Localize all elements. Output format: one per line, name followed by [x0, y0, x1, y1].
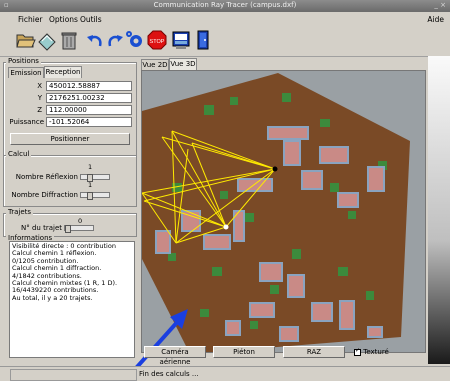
svg-text:STOP: STOP [150, 39, 165, 45]
informations-log: Visibilité directe : 0 contribution Calc… [9, 241, 135, 358]
raz-button[interactable]: RAZ [283, 346, 345, 358]
menu-options[interactable]: Options [49, 15, 78, 24]
menu-outils[interactable]: Outils [80, 15, 102, 24]
trajet-slider-knob[interactable] [65, 225, 71, 233]
trajet-value: 0 [78, 217, 83, 225]
transmitter-marker[interactable] [272, 166, 278, 172]
y-field[interactable]: 2176251.00232 [46, 93, 132, 103]
tab-vue-3d[interactable]: Vue 3D [169, 58, 197, 70]
camera-aerienne-button[interactable]: Caméra aérienne [144, 346, 206, 366]
menu-aide[interactable]: Aide [427, 15, 444, 24]
calcul-group [3, 155, 137, 207]
x-label: X [37, 82, 42, 90]
y-label: Y [37, 94, 42, 102]
diffraction-slider[interactable] [80, 192, 110, 200]
open-folder-icon[interactable] [14, 29, 36, 51]
trajets-title: Trajets [6, 208, 34, 216]
tab-reception[interactable]: Reception [44, 66, 82, 78]
status-bar: Fin des calculs ... [0, 366, 450, 381]
tab-emission[interactable]: Emission [8, 67, 44, 78]
positionner-button[interactable]: Positionner [10, 133, 130, 145]
title-bar: ▫ Communication Ray Tracer (campus.dxf) … [0, 0, 450, 12]
trajet-label: N° du trajet [21, 224, 62, 232]
undo-icon[interactable] [84, 29, 106, 51]
menu-fichier[interactable]: Fichier [18, 15, 43, 24]
z-field[interactable]: 112.00000 [46, 105, 132, 115]
toolbar: STOP [0, 26, 450, 57]
tab-vue-2d[interactable]: Vue 2D [141, 59, 169, 70]
status-text: Fin des calculs ... [139, 370, 199, 378]
textured-checkbox-group: ✓ Texturé [354, 347, 389, 356]
receiver-marker[interactable] [223, 224, 229, 230]
menu-bar: Fichier Options Outils Aide [0, 12, 450, 26]
trajet-slider[interactable] [64, 225, 94, 233]
diffraction-label: Nombre Diffraction [11, 191, 78, 199]
puissance-label: Puissance [9, 118, 44, 126]
erase-icon[interactable] [36, 29, 58, 51]
diffraction-value: 1 [88, 181, 93, 189]
pieton-button[interactable]: Piéton [213, 346, 275, 358]
color-scale-bar [428, 56, 450, 364]
info-line: Au total, il y a 20 trajets. [12, 293, 93, 302]
puissance-field[interactable]: -101.52064 [46, 117, 132, 127]
reflexion-label: Nombre Réflexion [15, 173, 78, 181]
redo-icon[interactable] [104, 29, 126, 51]
trash-icon[interactable] [58, 29, 80, 51]
textured-label: Texturé [363, 348, 389, 356]
x-field[interactable]: 450012.58887 [46, 81, 132, 91]
z-label: Z [37, 106, 42, 114]
window-controls[interactable]: _ × [434, 1, 446, 9]
reflexion-slider[interactable] [80, 174, 110, 182]
status-left-pane [10, 369, 137, 381]
stop-icon[interactable]: STOP [146, 29, 168, 51]
positions-title: Positions [6, 57, 41, 65]
textured-checkbox[interactable]: ✓ [354, 347, 361, 356]
calcul-title: Calcul [6, 150, 32, 158]
reflexion-value: 1 [88, 163, 93, 171]
display-icon[interactable] [170, 29, 192, 51]
exit-icon[interactable] [192, 29, 214, 51]
compute-icon[interactable] [124, 29, 146, 51]
window-title: Communication Ray Tracer (campus.dxf) [153, 1, 297, 9]
diffraction-slider-knob[interactable] [87, 192, 93, 200]
